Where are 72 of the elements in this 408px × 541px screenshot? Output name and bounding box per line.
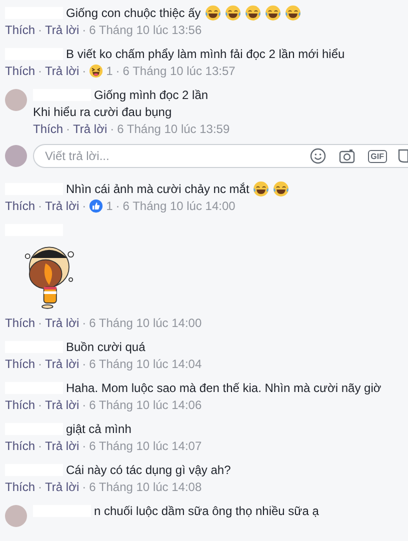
reply-input-field[interactable]: Viết trả lời... GIF — [33, 144, 408, 168]
comment-time: 6 Tháng 10 lúc 14:06 — [89, 398, 202, 412]
separator-dot: · — [38, 64, 42, 78]
comment-text: Haha. Mom luộc sao mà đen thế kia. Nhìn mà cười nãy giờ — [66, 380, 382, 394]
sticker-icon[interactable] — [398, 148, 408, 164]
reply-link[interactable]: Trả lời — [45, 22, 80, 36]
separator-dot: · — [110, 122, 114, 136]
camera-icon[interactable] — [338, 148, 355, 164]
like-link[interactable]: Thích — [5, 398, 36, 412]
like-link[interactable]: Thích — [5, 480, 36, 494]
comment-time: 6 Tháng 10 lúc 14:07 — [89, 438, 202, 452]
separator-dot: · — [82, 356, 86, 370]
separator-dot: · — [38, 398, 42, 412]
separator-dot: · — [82, 438, 86, 452]
comment-text: Giống mình đọc 2 lần — [94, 88, 208, 102]
reply-link[interactable]: Trả lời — [45, 356, 80, 370]
separator-dot: · — [38, 438, 42, 452]
reply-link[interactable]: Trả lời — [45, 480, 80, 494]
separator-dot: · — [82, 480, 86, 494]
separator-dot: · — [38, 316, 42, 330]
like-link[interactable]: Thích — [5, 316, 36, 330]
reaction-count: 1 — [106, 198, 113, 212]
separator-dot: · — [116, 198, 120, 212]
laughing-emoji-icon — [253, 180, 270, 196]
comment-text: Cái này có tác dụng gì vậy ah? — [66, 462, 231, 476]
like-link[interactable]: Thích — [5, 356, 36, 370]
comment-text: B viết ko chấm phẩy làm mình fải đọc 2 lần mới hiểu — [66, 46, 345, 60]
comment-text: Buồn cười quá — [66, 340, 146, 354]
comment-text: Nhìn cái ảnh mà cười chảy nc mắt — [66, 182, 250, 196]
comment-time: 6 Tháng 10 lúc 13:59 — [117, 122, 230, 136]
laughing-emoji-icon — [273, 180, 290, 196]
smiley-icon[interactable] — [310, 148, 326, 164]
laughing-emoji-icon — [224, 4, 241, 20]
comment-text: giật cả mình — [66, 422, 132, 436]
separator-dot: · — [82, 22, 86, 36]
separator-dot: · — [82, 398, 86, 412]
comment-time: 6 Tháng 10 lúc 14:08 — [89, 480, 202, 494]
reply-link[interactable]: Trả lời — [45, 438, 80, 452]
separator-dot: · — [82, 64, 86, 78]
comment-time: 6 Tháng 10 lúc 14:04 — [89, 356, 202, 370]
comment-text: Giống con chuộc thiệc ấy — [66, 6, 201, 20]
separator-dot: · — [82, 316, 86, 330]
separator-dot: · — [66, 122, 70, 136]
comment-text: Khi hiểu ra cười đau bụng — [33, 104, 172, 118]
laughing-emoji-icon — [284, 4, 301, 20]
separator-dot: · — [116, 64, 120, 78]
reaction-count: 1 — [106, 64, 113, 78]
reply-link[interactable]: Trả lời — [45, 64, 80, 78]
laughing-emoji-icon — [264, 4, 281, 20]
reply-link[interactable]: Trả lời — [45, 198, 80, 212]
separator-dot: · — [38, 22, 42, 36]
like-link[interactable]: Thích — [5, 64, 36, 78]
laughing-emoji-icon — [244, 4, 261, 20]
reply-link[interactable]: Trả lời — [73, 122, 108, 136]
comment-time: 6 Tháng 10 lúc 13:56 — [89, 22, 202, 36]
laughing-emoji-icon — [204, 4, 221, 20]
like-link[interactable]: Thích — [5, 198, 36, 212]
separator-dot: · — [38, 480, 42, 494]
separator-dot: · — [82, 198, 86, 212]
separator-dot: · — [38, 198, 42, 212]
like-link[interactable]: Thích — [5, 22, 36, 36]
comment-time: 6 Tháng 10 lúc 13:57 — [122, 64, 236, 78]
comment-time: 6 Tháng 10 lúc 14:00 — [89, 316, 202, 330]
reply-link[interactable]: Trả lời — [45, 316, 80, 330]
separator-dot: · — [38, 356, 42, 370]
comment-text: n chuối luộc dầm sữa ông thọ nhiều sữa ạ — [94, 504, 319, 518]
reply-link[interactable]: Trả lời — [45, 398, 80, 412]
gif-button[interactable]: GIF — [368, 150, 387, 162]
like-link[interactable]: Thích — [33, 122, 64, 136]
comment-time: 6 Tháng 10 lúc 14:00 — [122, 198, 236, 212]
like-link[interactable]: Thích — [5, 438, 36, 452]
avatar — [5, 145, 27, 167]
